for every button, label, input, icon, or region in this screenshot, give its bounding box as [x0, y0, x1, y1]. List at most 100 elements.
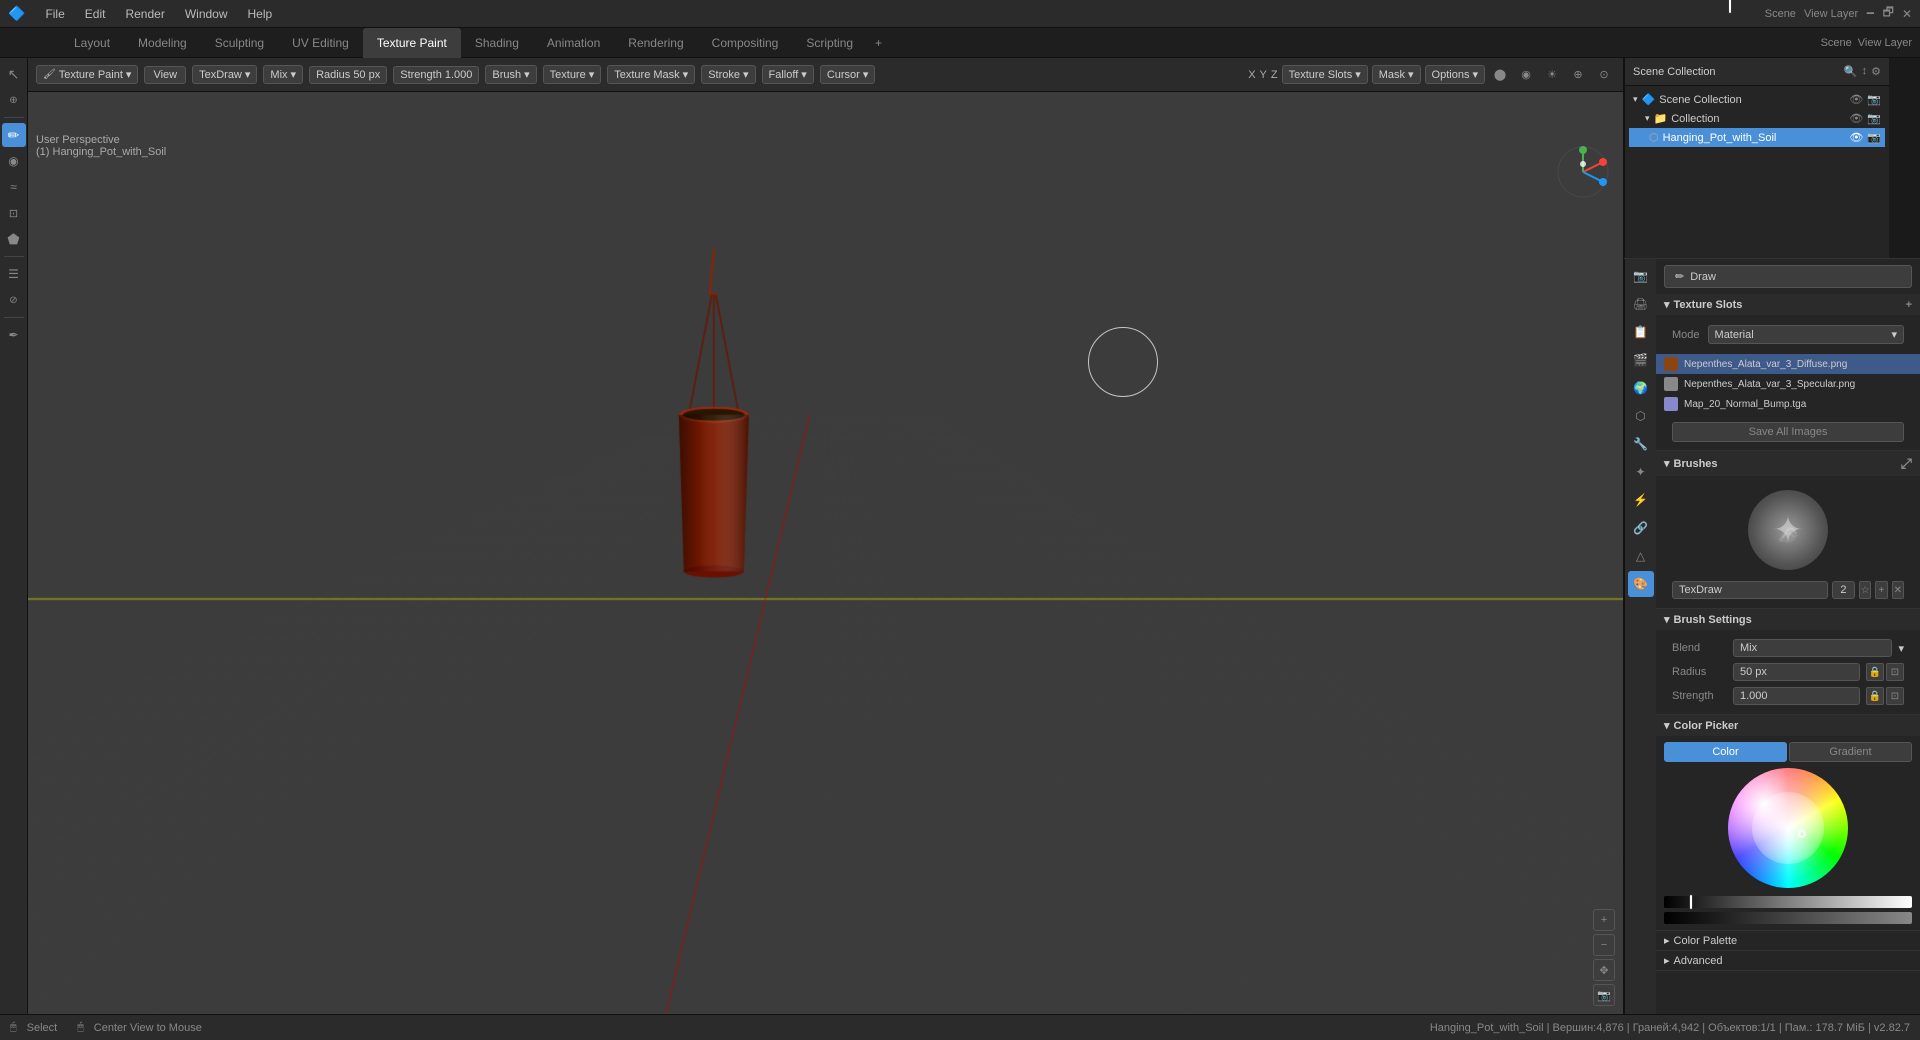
options-btn[interactable]: Options ▾	[1425, 65, 1485, 84]
minimize-btn[interactable]: 🗕	[1866, 3, 1875, 24]
color-wheel[interactable]	[1728, 768, 1848, 888]
prop-data[interactable]: △	[1628, 543, 1654, 569]
texture-mask-selector[interactable]: Texture Mask ▾	[607, 65, 695, 84]
menu-file[interactable]: File	[37, 5, 72, 23]
viewport-shading-material[interactable]: ◉	[1515, 64, 1537, 86]
color-picker-header[interactable]: ▾ Color Picker	[1656, 715, 1920, 736]
stroke-selector[interactable]: Stroke ▾	[701, 65, 755, 84]
viewport-shading-rendered[interactable]: ☀	[1541, 64, 1563, 86]
outliner-sort-icon[interactable]: ↕	[1862, 65, 1868, 78]
axis-x[interactable]: X	[1248, 69, 1255, 81]
menu-render[interactable]: Render	[117, 5, 172, 23]
prop-view-layer[interactable]: 📋	[1628, 319, 1654, 345]
tool-soften[interactable]: ◉	[2, 149, 26, 173]
tool-clone[interactable]: ⊡	[2, 201, 26, 225]
hue-bar-cursor[interactable]	[1689, 894, 1693, 910]
camera-restrict-icon[interactable]: 📷	[1867, 93, 1881, 106]
outliner-settings-icon[interactable]: ⚙	[1871, 65, 1881, 78]
brush-new-btn[interactable]: +	[1875, 581, 1887, 599]
radius-map-btn[interactable]: ⊡	[1886, 663, 1904, 681]
mode-value[interactable]: Material ▾	[1708, 325, 1904, 344]
tab-modeling[interactable]: Modeling	[124, 28, 201, 58]
object-eye[interactable]: 👁	[1849, 131, 1863, 144]
tab-texture-paint[interactable]: Texture Paint	[363, 28, 461, 58]
tab-compositing[interactable]: Compositing	[698, 28, 793, 58]
tool-mask[interactable]: ☰	[2, 262, 26, 286]
color-wheel-cursor[interactable]	[1798, 830, 1806, 838]
strength-lock-btn[interactable]: 🔒	[1866, 687, 1884, 705]
prop-scene[interactable]: 🎬	[1628, 347, 1654, 373]
zoom-in-btn[interactable]: +	[1593, 909, 1615, 931]
prop-physics[interactable]: ⚡	[1628, 487, 1654, 513]
zoom-out-btn[interactable]: −	[1593, 934, 1615, 956]
tab-rendering[interactable]: Rendering	[614, 28, 697, 58]
tex-draw-selector[interactable]: TexDraw ▾	[192, 65, 257, 84]
tab-scripting[interactable]: Scripting	[792, 28, 867, 58]
camera-view-btn[interactable]: 📷	[1593, 984, 1615, 1006]
prop-output[interactable]: 🖨	[1628, 291, 1654, 317]
opacity-bar[interactable]	[1664, 912, 1912, 924]
brush-name-field[interactable]	[1672, 581, 1828, 599]
prop-modifier[interactable]: 🔧	[1628, 431, 1654, 457]
prop-particles[interactable]: ✦	[1628, 459, 1654, 485]
tool-erase[interactable]: ⊘	[2, 288, 26, 312]
menu-help[interactable]: Help	[240, 5, 281, 23]
prop-world[interactable]: 🌍	[1628, 375, 1654, 401]
navigation-gizmo[interactable]	[1553, 142, 1613, 202]
cursor-selector[interactable]: Cursor ▾	[820, 65, 876, 84]
texture-slots-header[interactable]: ▾ Texture Slots +	[1656, 294, 1920, 315]
brush-favorite-btn[interactable]: ☆	[1859, 581, 1871, 599]
radius-lock-btn[interactable]: 🔒	[1866, 663, 1884, 681]
gizmo-toggle[interactable]: ⊕	[1567, 64, 1589, 86]
strength-bs-value[interactable]: 1.000	[1733, 687, 1860, 705]
collection-camera[interactable]: 📷	[1867, 112, 1881, 125]
scene-collection-row[interactable]: ▾ 🔷 Scene Collection 👁 📷	[1629, 90, 1885, 109]
outliner-filter-icon[interactable]: 🔍	[1844, 65, 1858, 78]
mode-selector[interactable]: 🖌 Texture Paint ▾	[36, 65, 138, 84]
texture-item-2[interactable]: Map_20_Normal_Bump.tga	[1656, 394, 1920, 414]
pan-btn[interactable]: ✥	[1593, 959, 1615, 981]
texture-slots-btn[interactable]: Texture Slots ▾	[1282, 65, 1368, 84]
prop-material[interactable]: 🎨	[1628, 571, 1654, 597]
prop-constraints[interactable]: 🔗	[1628, 515, 1654, 541]
falloff-selector[interactable]: Falloff ▾	[762, 65, 814, 84]
axis-z[interactable]: Z	[1271, 69, 1278, 81]
collection-row[interactable]: ▾ 📁 Collection 👁 📷	[1629, 109, 1885, 128]
prop-object[interactable]: ⬡	[1628, 403, 1654, 429]
object-camera[interactable]: 📷	[1867, 131, 1881, 144]
view-menu[interactable]: View	[144, 66, 186, 84]
advanced-header[interactable]: ▸ Advanced	[1656, 951, 1920, 970]
tool-select-cursor[interactable]: ⊕	[2, 88, 26, 112]
radius-field[interactable]: Radius 50 px	[309, 66, 387, 84]
mask-btn[interactable]: Mask ▾	[1372, 65, 1421, 84]
blend-value[interactable]: Mix	[1733, 639, 1892, 657]
add-workspace-btn[interactable]: +	[867, 32, 890, 54]
tab-shading[interactable]: Shading	[461, 28, 533, 58]
blend-selector[interactable]: Mix ▾	[263, 65, 303, 84]
tab-animation[interactable]: Animation	[533, 28, 614, 58]
3d-viewport[interactable]: User Perspective (1) Hanging_Pot_with_So…	[28, 92, 1623, 1014]
brushes-header[interactable]: ▾ Brushes ⤢	[1656, 451, 1920, 476]
texture-selector[interactable]: Texture ▾	[543, 65, 602, 84]
tab-uv-editing[interactable]: UV Editing	[278, 28, 363, 58]
save-all-images-btn[interactable]: Save All Images	[1672, 422, 1904, 442]
close-btn[interactable]: ✕	[1902, 7, 1912, 21]
tool-draw[interactable]: ✏	[2, 123, 26, 147]
hue-bar[interactable]	[1664, 896, 1912, 908]
brush-settings-header[interactable]: ▾ Brush Settings	[1656, 609, 1920, 630]
color-palette-header[interactable]: ▸ Color Palette	[1656, 931, 1920, 950]
gradient-tab[interactable]: Gradient	[1789, 742, 1912, 762]
prop-render[interactable]: 📷	[1628, 263, 1654, 289]
strength-field[interactable]: Strength 1.000	[393, 66, 479, 84]
tool-pointer[interactable]: ↖	[2, 62, 26, 86]
eye-icon[interactable]: 👁	[1849, 93, 1863, 106]
menu-edit[interactable]: Edit	[77, 5, 114, 23]
brushes-expand-icon[interactable]: ⤢	[1901, 455, 1912, 472]
viewport-shading-solid[interactable]: ⬤	[1489, 64, 1511, 86]
tool-annotate[interactable]: ✒	[2, 323, 26, 347]
axis-y[interactable]: Y	[1260, 69, 1267, 81]
viewport-container[interactable]: 🖌 Texture Paint ▾ View TexDraw ▾ Mix ▾ R…	[28, 58, 1623, 1014]
object-row[interactable]: ⬡ Hanging_Pot_with_Soil 👁 📷	[1629, 128, 1885, 147]
viewport-nav-buttons[interactable]: + − ✥ 📷	[1593, 909, 1615, 1006]
texture-item-1[interactable]: Nepenthes_Alata_var_3_Specular.png	[1656, 374, 1920, 394]
